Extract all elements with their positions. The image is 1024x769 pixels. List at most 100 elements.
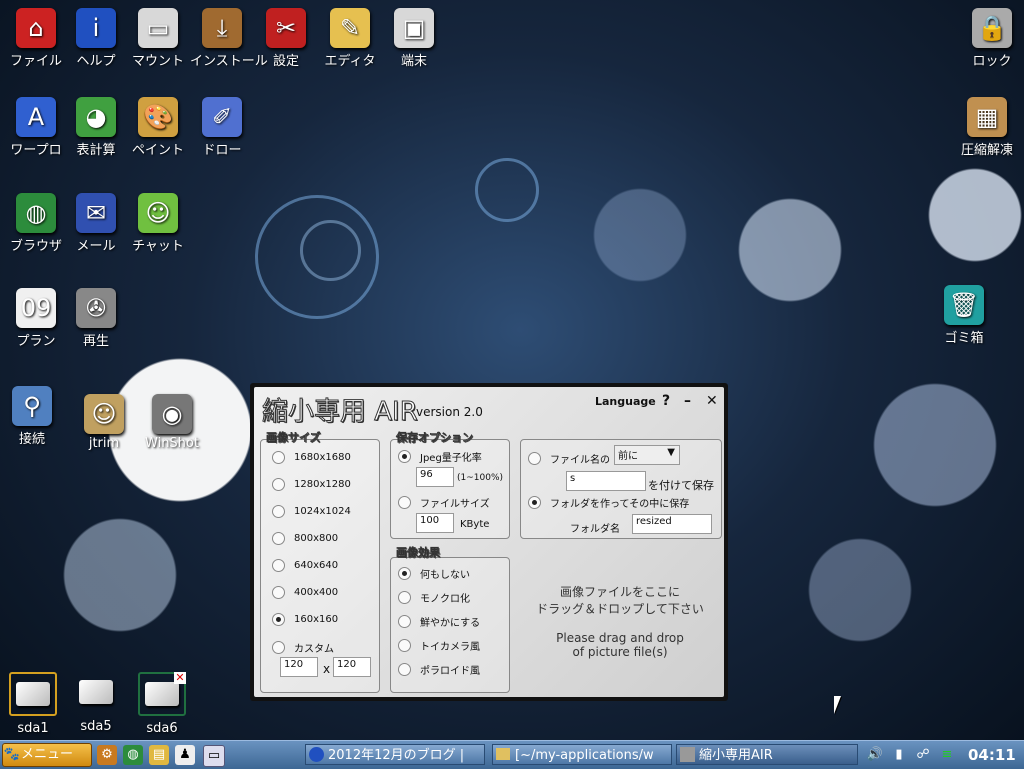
effect-option-radio[interactable]: トイカメラ風 [398, 638, 480, 653]
drop-area[interactable]: 画像ファイルをここに ドラッグ＆ドロップして下さい Please drag an… [520, 557, 720, 691]
connect-icon: ⚲ [12, 386, 52, 426]
app-icon [680, 747, 695, 762]
custom-height-input[interactable]: 120 [333, 657, 371, 677]
desktop-icon-label: チャット [132, 239, 184, 254]
task-files[interactable]: [~/my-applications/w [492, 744, 672, 765]
folder-save-radio[interactable]: フォルダを作ってその中に保存 [528, 495, 689, 510]
desktop-icon-info[interactable]: i ヘルプ [64, 8, 128, 69]
quick-launch-folder-icon[interactable]: ▤ [149, 745, 169, 765]
desktop-icon-wordprocessor[interactable]: A ワープロ [4, 97, 68, 158]
desktop-icon-label: 端末 [400, 54, 427, 69]
jpeg-quality-input[interactable]: 96 [416, 467, 454, 487]
minimize-button[interactable]: – [684, 393, 691, 409]
desktop-icon-editor[interactable]: ✎ エディタ [318, 8, 382, 69]
install-icon: ⤓ [202, 8, 242, 48]
effect-option-label: モノクロ化 [420, 594, 470, 605]
task-blog[interactable]: 2012年12月のブログ | [305, 744, 485, 765]
wallpaper-logo-ring-small [475, 158, 539, 222]
desktop-icon-label: ワープロ [10, 143, 62, 158]
effect-option-radio[interactable]: モノクロ化 [398, 590, 470, 605]
unmount-x-icon[interactable]: ✕ [174, 672, 186, 684]
desktop-icon-settings[interactable]: ✂ 設定 [254, 8, 318, 69]
size-option-radio[interactable]: 400x400 [272, 586, 338, 599]
desktop-icon-spreadsheet[interactable]: ◕ 表計算 [64, 97, 128, 158]
size-option-radio[interactable]: 800x800 [272, 532, 338, 545]
file-size-input[interactable]: 100 [416, 513, 454, 533]
language-button[interactable]: Language [595, 395, 656, 408]
desktop-icon-calendar[interactable]: 09 プラン [4, 288, 68, 349]
desktop-icon-draw[interactable]: ✐ ドロー [190, 97, 254, 158]
custom-width-input[interactable]: 120 [280, 657, 318, 677]
desktop-icon-home[interactable]: ⌂ ファイル [4, 8, 68, 69]
desktop-icon-terminal[interactable]: ▣ 端末 [382, 8, 446, 69]
app-window: 縮小専用 AIR version 2.0 Language ? – ✕ 画像サイ… [250, 383, 728, 701]
drive-sda6[interactable]: ✕ sda6 [138, 672, 186, 736]
show-desktop-icon[interactable]: ▭ [203, 745, 225, 767]
radio-dot [528, 496, 541, 509]
version-label: version 2.0 [416, 405, 483, 419]
suffix-position-select[interactable]: 前に ▼ [614, 445, 680, 465]
winshot-icon: ◉ [152, 394, 192, 434]
network-icon[interactable]: ☍ [913, 745, 933, 765]
window-title: 縮小専用 AIR [262, 397, 419, 428]
desktop-icon-label: ブラウザ [9, 239, 62, 254]
battery-icon[interactable]: ▮ [889, 745, 909, 765]
size-option-radio[interactable]: 640x640 [272, 559, 338, 572]
spreadsheet-icon: ◕ [76, 97, 116, 137]
size-option-radio[interactable]: 1024x1024 [272, 505, 351, 518]
effect-option-radio[interactable]: 何もしない [398, 566, 470, 581]
size-option-label: 400x400 [294, 587, 339, 598]
desktop-icon-drive[interactable]: ▭ マウント [126, 8, 190, 69]
desktop-icon-install[interactable]: ⤓ インストール [190, 8, 268, 69]
drive-sda1[interactable]: sda1 [9, 672, 57, 736]
radio-dot [272, 586, 285, 599]
menu-button[interactable]: 🐾メニュー [2, 743, 92, 767]
radio-dot [272, 451, 285, 464]
filename-label: ファイル名の [550, 455, 610, 466]
task-label: [~/my-applications/w [515, 748, 654, 763]
save-options-title: 保存オプション [396, 431, 473, 444]
jpeg-quality-radio[interactable]: Jpeg量子化率 [398, 449, 482, 464]
taskbar: 🐾メニュー ⚙ ◍ ▤ ♟ ▭ 2012年12月のブログ | [~/my-app… [0, 740, 1024, 769]
size-option-radio[interactable]: 160x160 [272, 613, 338, 626]
task-shukusho-air[interactable]: 縮小専用AIR [676, 744, 858, 765]
drop-hint-en-2: of picture file(s) [572, 645, 668, 659]
help-button[interactable]: ? [662, 393, 670, 409]
desktop-icon-chat[interactable]: ☺ チャット [126, 193, 190, 254]
cpu-monitor-icon[interactable]: ≡ [937, 745, 957, 765]
radio-dot [398, 615, 411, 628]
effect-option-radio[interactable]: 鮮やかにする [398, 614, 480, 629]
desktop-icon-player[interactable]: ✇ 再生 [64, 288, 128, 349]
desktop-icon-connect[interactable]: ⚲ 接続 [0, 386, 64, 447]
clock[interactable]: 04:11 [968, 744, 1016, 766]
desktop-icon-mail[interactable]: ✉ メール [64, 193, 128, 254]
size-option-radio[interactable]: カスタム [272, 640, 334, 655]
desktop-icon-lock[interactable]: 🔒 ロック [960, 8, 1024, 69]
firefox-icon [309, 747, 324, 762]
folder-name-input[interactable]: resized [632, 514, 712, 534]
desktop-icon-label: ファイル [9, 54, 62, 69]
desktop-icon-archive[interactable]: ▦ 圧縮解凍 [955, 97, 1019, 158]
file-size-radio[interactable]: ファイルサイズ [398, 495, 490, 510]
drive-sda5[interactable]: sda5 [74, 672, 118, 734]
quick-launch-browser-icon[interactable]: ◍ [123, 745, 143, 765]
desktop-icon-label: インストール [190, 54, 268, 69]
desktop-icon-paint[interactable]: 🎨 ペイント [126, 97, 190, 158]
desktop-icon-browser[interactable]: ◍ ブラウザ [4, 193, 68, 254]
filename-suffix-radio[interactable]: ファイル名の [528, 451, 610, 466]
desktop-icon-jtrim[interactable]: ☺ jtrim [72, 394, 136, 451]
desktop-icon-winshot[interactable]: ◉ WinShot [140, 394, 204, 451]
volume-icon[interactable]: 🔊 [865, 745, 885, 765]
suffix-input[interactable]: s [566, 471, 646, 491]
effect-option-radio[interactable]: ポラロイド風 [398, 662, 480, 677]
quick-launch-settings-icon[interactable]: ⚙ [97, 745, 117, 765]
size-option-radio[interactable]: 1280x1280 [272, 478, 351, 491]
jpeg-range-label: (1~100%) [457, 473, 504, 483]
info-icon: i [76, 8, 116, 48]
desktop-icon-trash[interactable]: 🗑 ゴミ箱 [932, 285, 996, 346]
close-button[interactable]: ✕ [706, 393, 718, 409]
quick-launch-penguin-icon[interactable]: ♟ [175, 745, 195, 765]
size-option-radio[interactable]: 1680x1680 [272, 451, 351, 464]
image-size-title: 画像サイズ [266, 431, 321, 444]
folder-name-label: フォルダ名 [570, 524, 620, 535]
